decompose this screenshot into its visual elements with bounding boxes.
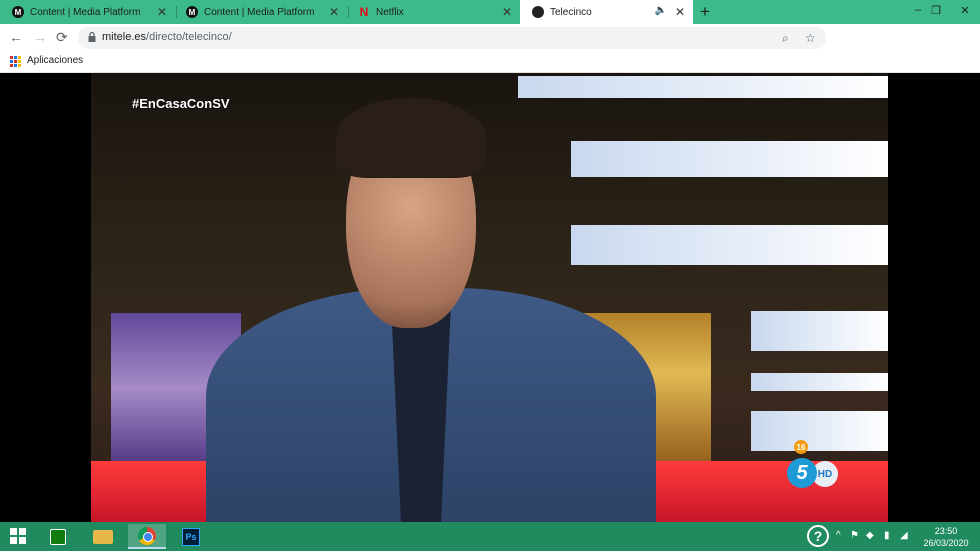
close-tab-icon[interactable]: ✕ — [157, 5, 167, 19]
video-player[interactable]: #EnCasaConSV 16 HD 5 — [91, 73, 888, 522]
system-clock[interactable]: 23:50 26/03/2020 — [922, 525, 970, 549]
bookmarks-bar: Aplicaciones — [0, 51, 980, 73]
telecinco-logo: 5 — [787, 458, 817, 488]
lock-icon[interactable] — [88, 32, 96, 42]
apps-grid-icon[interactable] — [10, 56, 21, 67]
person-hair — [336, 98, 486, 178]
media-platform-icon: M — [186, 6, 198, 18]
tab-media-platform-2[interactable]: M Content | Media Platform ✕ — [174, 0, 347, 24]
tab-title: Content | Media Platform — [30, 6, 141, 18]
tray-arrow-icon[interactable]: ^ — [836, 530, 841, 541]
tray-dropbox-icon[interactable]: ◆ — [866, 530, 874, 541]
address-bar[interactable]: mitele.es/directo/telecinco/ ⌕ ☆ — [78, 27, 826, 49]
bookmark-star-icon[interactable]: ☆ — [805, 31, 816, 45]
url-text: mitele.es/directo/telecinco/ — [102, 31, 232, 43]
reload-button[interactable]: ⟳ — [56, 28, 68, 46]
tab-telecinco[interactable]: Telecinco 🔈 ✕ — [520, 0, 693, 24]
zoom-icon[interactable]: ⌕ — [782, 31, 789, 46]
tray-flag-icon[interactable]: ⚑ — [850, 530, 859, 541]
windows-start-icon[interactable] — [10, 528, 26, 544]
windows-taskbar: Ps ? ^ ⚑ ◆ ▮ ◢ 23:50 26/03/2020 — [0, 522, 980, 551]
netflix-icon: N — [359, 5, 369, 19]
tab-title: Telecinco — [550, 6, 592, 18]
photoshop-icon[interactable]: Ps — [172, 524, 210, 549]
file-explorer-icon[interactable] — [84, 524, 122, 549]
tray-battery-icon[interactable]: ▮ — [884, 530, 890, 541]
close-window-button[interactable]: ✕ — [954, 0, 976, 20]
tab-title: Content | Media Platform — [204, 6, 315, 18]
tab-strip: M Content | Media Platform ✕ M Content |… — [0, 0, 980, 24]
help-icon[interactable]: ? — [807, 525, 829, 547]
media-platform-icon: M — [12, 6, 24, 18]
close-tab-icon[interactable]: ✕ — [502, 5, 512, 19]
browser-toolbar: ← → ⟳ mitele.es/directo/telecinco/ ⌕ ☆ ∞… — [0, 24, 980, 68]
telecinco-icon — [532, 6, 544, 18]
restore-button[interactable]: ❐ — [925, 0, 947, 20]
forward-button[interactable]: → — [33, 28, 47, 46]
close-tab-icon[interactable]: ✕ — [329, 5, 339, 19]
age-rating-badge: 16 — [794, 440, 808, 454]
tab-title: Netflix — [376, 6, 404, 18]
tab-netflix[interactable]: N Netflix ✕ — [346, 0, 520, 24]
page-viewport: #EnCasaConSV 16 HD 5 — [0, 73, 980, 522]
microsoft-store-icon[interactable] — [39, 524, 77, 549]
close-tab-icon[interactable]: ✕ — [675, 5, 685, 19]
audio-playing-icon[interactable]: 🔈 — [655, 5, 667, 16]
back-button[interactable]: ← — [9, 28, 23, 46]
chrome-icon[interactable] — [128, 524, 166, 549]
clock-date: 26/03/2020 — [923, 538, 969, 548]
tab-media-platform-1[interactable]: M Content | Media Platform ✕ — [0, 0, 175, 24]
tray-network-icon[interactable]: ◢ — [900, 530, 908, 541]
bookmark-apps[interactable]: Aplicaciones — [27, 55, 83, 66]
new-tab-button[interactable]: + — [700, 2, 710, 22]
show-hashtag: #EnCasaConSV — [132, 96, 230, 111]
clock-time: 23:50 — [934, 526, 958, 536]
